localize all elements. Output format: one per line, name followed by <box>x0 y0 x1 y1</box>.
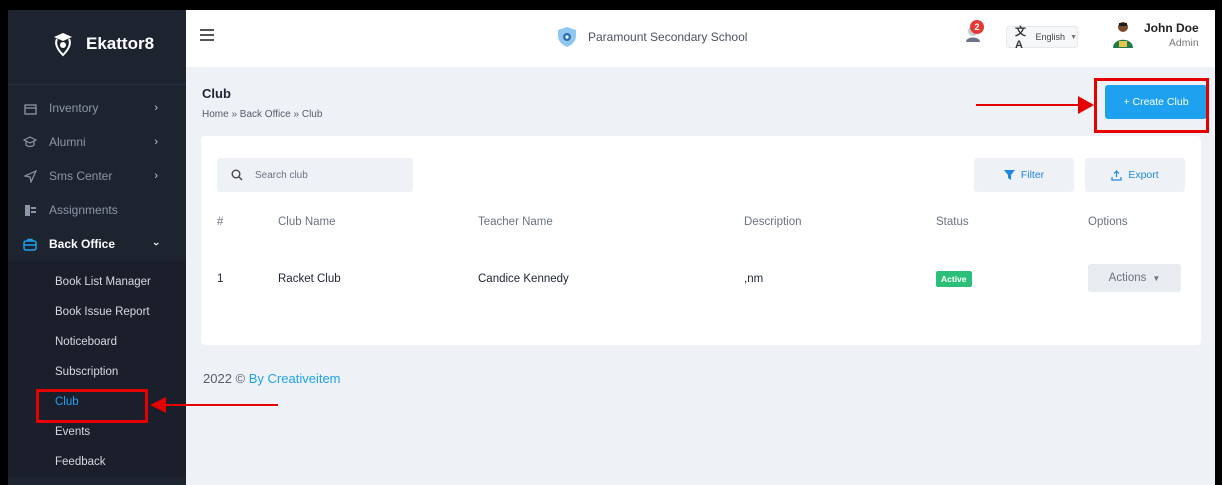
inventory-icon <box>23 101 37 115</box>
language-label: English <box>1035 32 1066 42</box>
chevron-down-icon: › <box>150 242 163 246</box>
translate-icon: 文A <box>1015 26 1026 51</box>
caret-down-icon: ▼ <box>1152 273 1161 283</box>
row-teacher-name: Candice Kennedy <box>478 273 569 285</box>
column-header-status: Status <box>936 216 969 228</box>
actions-label: Actions <box>1108 272 1147 284</box>
sidebar-item-label: Assignments <box>49 203 118 217</box>
send-icon <box>23 169 37 183</box>
column-header-number: # <box>217 216 224 228</box>
highlight-create-club <box>1094 78 1209 133</box>
sidebar-item-alumni[interactable]: Alumni › <box>8 125 186 159</box>
page-header: Club Home » Back Office » Club + Create … <box>186 67 1215 132</box>
briefcase-icon <box>23 237 37 251</box>
search-input[interactable] <box>255 169 395 181</box>
export-label: Export <box>1128 169 1159 181</box>
graduation-cap-icon <box>23 135 37 149</box>
column-header-options: Options <box>1088 216 1128 228</box>
language-selector[interactable]: 文A English ▼ <box>1006 26 1078 51</box>
footer-copyright: 2022 © <box>203 371 246 386</box>
arrow-line-create-club <box>976 104 1084 106</box>
page-title: Club <box>202 86 231 101</box>
column-header-club-name: Club Name <box>278 216 336 228</box>
user-role: Admin <box>1168 37 1199 49</box>
arrow-line-club-menu <box>164 404 278 406</box>
caret-down-icon: ▼ <box>1070 33 1077 41</box>
topbar: Paramount Secondary School 2 文A English … <box>186 10 1215 67</box>
status-badge: Active <box>936 271 972 287</box>
search-icon <box>231 169 243 181</box>
sidebar-item-sms-center[interactable]: Sms Center › <box>8 159 186 193</box>
chevron-right-icon: › <box>154 136 158 148</box>
footer-link[interactable]: By Creativeitem <box>249 371 341 386</box>
school-title: Paramount Secondary School <box>556 26 747 48</box>
avatar <box>1113 22 1133 48</box>
chevron-right-icon: › <box>154 102 158 114</box>
school-shield-icon <box>558 27 576 47</box>
location-pin-logo-icon <box>54 33 72 57</box>
row-description: ,nm <box>744 273 764 285</box>
column-header-teacher-name: Teacher Name <box>478 216 553 228</box>
filter-label: Filter <box>1020 169 1045 181</box>
row-number: 1 <box>217 273 224 285</box>
school-name: Paramount Secondary School <box>588 30 748 44</box>
submenu-item-book-list-manager[interactable]: Book List Manager <box>8 267 186 297</box>
app-window: Ekattor8 Inventory › Alumni › Sms Center… <box>8 10 1215 485</box>
column-header-description: Description <box>744 216 802 228</box>
club-table-card: Filter Export # Club Name Teacher Name D… <box>201 136 1201 345</box>
user-name: John Doe <box>1144 21 1199 35</box>
sidebar-item-label: Back Office <box>49 237 116 251</box>
hamburger-menu-icon[interactable] <box>200 29 214 41</box>
submenu-item-subscription[interactable]: Subscription <box>8 357 186 387</box>
breadcrumb[interactable]: Home » Back Office » Club <box>202 109 322 120</box>
row-club-name: Racket Club <box>278 273 341 285</box>
notification-badge: 2 <box>970 20 984 34</box>
actions-dropdown-button[interactable]: Actions ▼ <box>1088 264 1181 292</box>
export-button[interactable]: Export <box>1085 158 1185 192</box>
brand-name: Ekattor8 <box>86 34 155 53</box>
user-menu[interactable]: John Doe Admin <box>1112 20 1199 50</box>
filter-button[interactable]: Filter <box>974 158 1074 192</box>
sidebar-item-inventory[interactable]: Inventory › <box>8 91 186 125</box>
sidebar-item-label: Sms Center <box>49 169 113 183</box>
footer: 2022 © By Creativeitem <box>203 371 341 386</box>
sidebar-item-label: Inventory <box>49 101 99 115</box>
submenu-item-noticeboard[interactable]: Noticeboard <box>8 327 186 357</box>
back-office-submenu: Book List Manager Book Issue Report Noti… <box>8 261 186 477</box>
brand[interactable]: Ekattor8 <box>8 10 186 78</box>
submenu-item-feedback[interactable]: Feedback <box>8 447 186 477</box>
sidebar-item-label: Alumni <box>49 135 86 149</box>
filter-icon <box>1003 170 1015 180</box>
sidebar-item-assignments[interactable]: Assignments <box>8 193 186 227</box>
search-box[interactable] <box>217 158 413 192</box>
sidebar-item-back-office[interactable]: Back Office › <box>8 227 186 261</box>
upload-icon <box>1111 169 1122 181</box>
arrow-head-right-icon <box>1078 96 1094 114</box>
submenu-item-book-issue-report[interactable]: Book Issue Report <box>8 297 186 327</box>
highlight-club-menu <box>36 389 148 423</box>
chevron-right-icon: › <box>154 170 158 182</box>
assignments-icon <box>23 203 37 217</box>
notification-bell-icon[interactable]: 2 <box>964 20 984 46</box>
